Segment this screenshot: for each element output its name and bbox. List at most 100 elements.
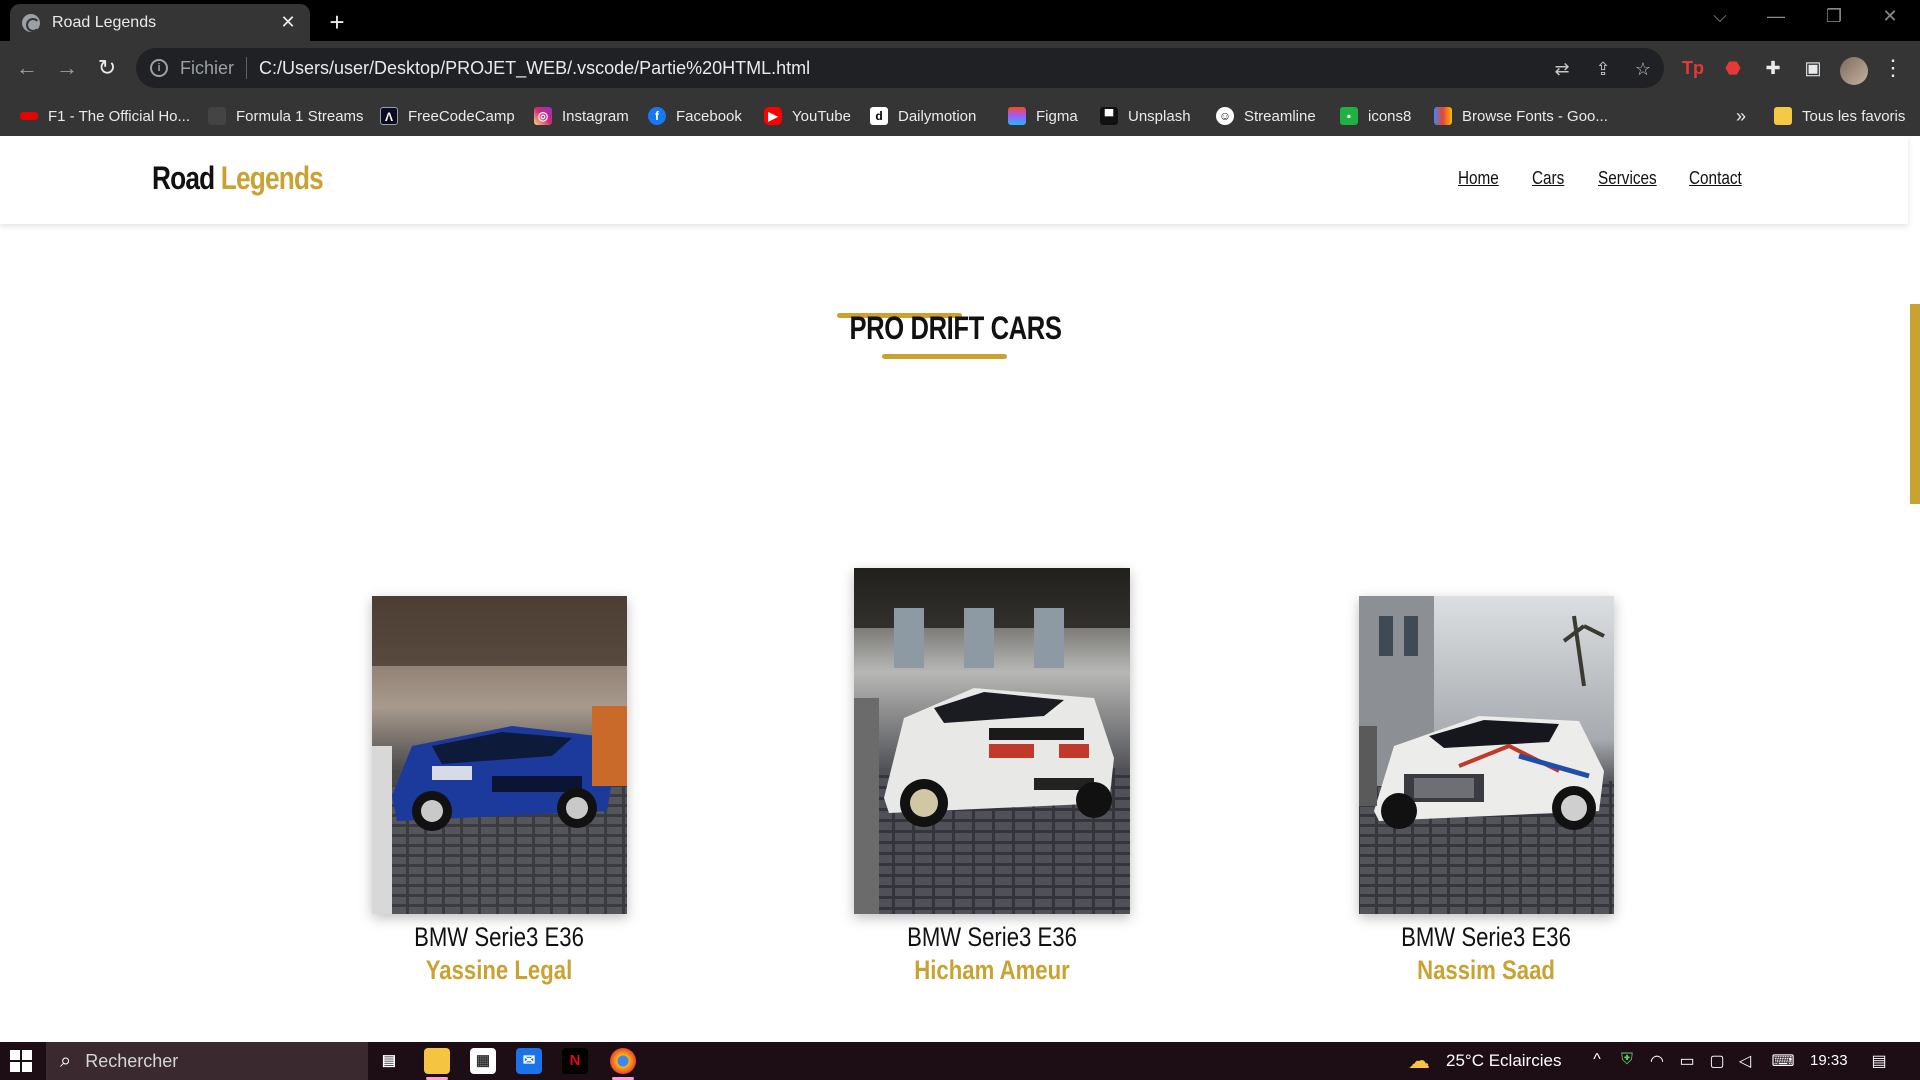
browser-tab-strip: Road Legends ✕ + ⌵ — ❐ ✕ [0, 0, 1920, 41]
bookmark-label: Formula 1 Streams [236, 107, 364, 125]
translate-icon[interactable]: ⇄ [1551, 58, 1573, 80]
nav-link-cars[interactable]: Cars [1532, 168, 1564, 189]
minimize-icon[interactable]: — [1756, 6, 1796, 27]
site-navbar: Road Legends Home Cars Services Contact [0, 136, 1908, 224]
task-view-icon[interactable]: ▤ [376, 1048, 402, 1074]
car-photo-white-bmw[interactable] [854, 568, 1130, 914]
nav-link-services[interactable]: Services [1598, 168, 1657, 189]
car-driver: Hicham Ameur [914, 955, 1070, 985]
microsoft-store-icon[interactable]: ▦ [470, 1048, 496, 1074]
bookmark-f1[interactable]: F1 - The Official Ho... [20, 96, 190, 136]
bookmark-icons8[interactable]: ▪ icons8 [1340, 96, 1411, 136]
mail-icon[interactable]: ✉ [516, 1048, 542, 1074]
more-bookmarks-button[interactable]: » [1736, 96, 1746, 136]
unsplash-icon: ▀ [1100, 107, 1118, 125]
extensions-puzzle-icon[interactable]: ✚ [1760, 53, 1786, 83]
tp-extension-icon[interactable]: Tp [1680, 53, 1706, 83]
dailymotion-icon: d [870, 107, 888, 125]
netflix-icon[interactable]: N [562, 1048, 588, 1074]
site-logo[interactable]: Road Legends [152, 160, 324, 197]
bookmark-figma[interactable]: Figma [1008, 96, 1078, 136]
bookmark-unsplash[interactable]: ▀ Unsplash [1100, 96, 1191, 136]
windows-taskbar: ⌕ Rechercher ▤ ▦ ✉ N ☁ 25°C Eclaircies ^… [0, 1042, 1920, 1080]
meet-icon[interactable]: ▢ [1706, 1051, 1728, 1071]
file-explorer-icon[interactable] [424, 1048, 450, 1080]
nav-link-home[interactable]: Home [1458, 168, 1499, 189]
all-bookmarks-folder[interactable]: Tous les favoris [1774, 96, 1905, 136]
instagram-icon: ◎ [534, 107, 552, 125]
chrome-menu-icon[interactable]: ⋮ [1882, 53, 1904, 83]
car-model: BMW Serie3 E36 [907, 922, 1077, 952]
keyboard-icon[interactable]: ⌨ [1768, 1051, 1798, 1071]
bookmark-label: Unsplash [1128, 107, 1191, 125]
weather-text[interactable]: 25°C Eclaircies [1446, 1042, 1561, 1080]
car-driver: Yassine Legal [425, 955, 573, 985]
battery-icon[interactable]: ▭ [1676, 1051, 1698, 1071]
show-hidden-icons-chevron-icon[interactable]: ^ [1586, 1051, 1608, 1069]
car-photo-livery-bmw[interactable] [1358, 596, 1614, 914]
title-accent-bar-bottom [882, 354, 1007, 359]
chrome-icon[interactable] [610, 1048, 636, 1080]
scheme-label: Fichier [180, 57, 235, 78]
f1-icon [20, 112, 38, 120]
volume-icon[interactable]: ◁ [1734, 1051, 1756, 1071]
browser-tab[interactable]: Road Legends ✕ [10, 4, 310, 41]
bookmark-streamline[interactable]: ☺ Streamline [1216, 96, 1316, 136]
logo-word-legends: Legends [220, 160, 324, 196]
car-driver: Nassim Saad [1417, 955, 1555, 985]
section-title-text: PRO DRIFT CARS [849, 310, 1061, 346]
logo-word-road: Road [152, 160, 215, 196]
bookmark-label: Browse Fonts - Goo... [1462, 107, 1608, 125]
taskbar-search-box[interactable]: ⌕ Rechercher [46, 1042, 368, 1080]
tab-close-icon[interactable]: ✕ [278, 12, 298, 33]
bookmark-instagram[interactable]: ◎ Instagram [534, 96, 629, 136]
bookmark-label: YouTube [792, 107, 851, 125]
address-bar[interactable]: i Fichier C:/Users/user/Desktop/PROJET_W… [136, 48, 1664, 88]
page-viewport: Road Legends Home Cars Services Contact … [0, 136, 1920, 1042]
section-title: PRO DRIFT CARS [0, 310, 1910, 347]
clock-time[interactable]: 19:33 [1810, 1042, 1848, 1080]
car-card[interactable]: BMW Serie3 E36 Yassine Legal [369, 596, 629, 986]
share-icon[interactable]: ⇪ [1592, 58, 1614, 80]
page-scrollbar-thumb[interactable] [1910, 304, 1920, 504]
search-placeholder: Rechercher [85, 1050, 179, 1071]
bookmark-formula1-streams[interactable]: Formula 1 Streams [208, 96, 364, 136]
bookmark-label: Streamline [1244, 107, 1316, 125]
bookmark-google-fonts[interactable]: Browse Fonts - Goo... [1434, 96, 1608, 136]
reload-icon[interactable]: ↻ [92, 53, 122, 83]
url-text[interactable]: C:/Users/user/Desktop/PROJET_WEB/.vscode… [259, 58, 810, 79]
globe-icon [22, 13, 40, 32]
car-card[interactable]: BMW Serie3 E36 Nassim Saad [1356, 596, 1616, 986]
restore-icon[interactable]: ❐ [1814, 6, 1854, 27]
side-panel-icon[interactable]: ▣ [1800, 53, 1826, 83]
adblock-extension-icon[interactable]: ⬣ [1720, 53, 1746, 83]
bookmark-label: Instagram [562, 107, 629, 125]
car-photo-blue-bmw[interactable] [371, 596, 627, 914]
new-tab-button[interactable]: + [322, 7, 352, 38]
bookmark-youtube[interactable]: ▶ YouTube [764, 96, 851, 136]
bookmark-label: Facebook [676, 107, 742, 125]
bookmark-label: F1 - The Official Ho... [48, 107, 190, 125]
bookmark-dailymotion[interactable]: d Dailymotion [870, 96, 976, 136]
car-card[interactable]: BMW Serie3 E36 Hicham Ameur [852, 568, 1132, 986]
close-window-icon[interactable]: ✕ [1870, 6, 1910, 27]
profile-avatar[interactable] [1840, 57, 1868, 85]
windows-start-icon[interactable] [10, 1050, 32, 1072]
streamline-icon: ☺ [1216, 107, 1234, 125]
bookmarks-bar: F1 - The Official Ho... Formula 1 Stream… [0, 96, 1920, 136]
notifications-icon[interactable]: ▤ [1868, 1051, 1890, 1071]
nav-link-contact[interactable]: Contact [1689, 168, 1742, 189]
omnibox-divider [246, 57, 248, 79]
formula1-streams-icon [208, 107, 226, 125]
forward-icon[interactable]: → [52, 53, 82, 83]
bookmark-label: Tous les favoris [1802, 107, 1906, 125]
wifi-icon[interactable]: ◠ [1646, 1051, 1668, 1071]
security-shield-icon[interactable]: ⛨ [1616, 1051, 1638, 1069]
car-model: BMW Serie3 E36 [1401, 922, 1571, 952]
bookmark-freecodecamp[interactable]: Λ FreeCodeCamp [380, 96, 515, 136]
bookmark-star-icon[interactable]: ☆ [1632, 58, 1654, 80]
bookmark-facebook[interactable]: f Facebook [648, 96, 742, 136]
site-info-icon[interactable]: i [150, 59, 168, 77]
back-icon[interactable]: ← [12, 53, 42, 83]
tab-search-icon[interactable]: ⌵ [1700, 6, 1740, 27]
